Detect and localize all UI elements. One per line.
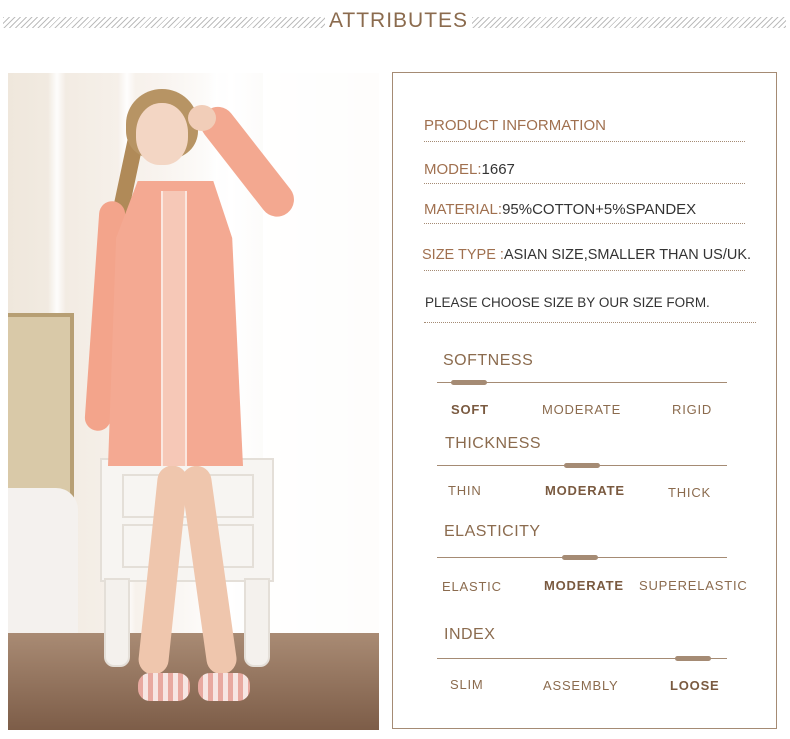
model-row: MODEL:1667 — [424, 161, 515, 178]
slipper — [138, 673, 190, 701]
thickness-option-thick: THICK — [668, 485, 711, 500]
divider — [424, 141, 745, 142]
softness-option-soft: SOFT — [451, 402, 489, 417]
window-light — [263, 73, 379, 633]
index-option-loose: LOOSE — [670, 678, 720, 693]
size-type-label: SIZE TYPE : — [422, 247, 504, 263]
elasticity-option-elastic: ELASTIC — [442, 579, 502, 594]
material-row: MATERIAL:95%COTTON+5%SPANDEX — [424, 201, 696, 218]
thickness-indicator — [564, 463, 600, 468]
model-value: 1667 — [481, 161, 515, 178]
nightstand-leg — [244, 578, 270, 667]
product-info-panel: PRODUCT INFORMATION MODEL:1667 MATERIAL:… — [392, 72, 777, 729]
divider — [424, 270, 745, 271]
header-rule-left — [3, 17, 325, 28]
softness-option-rigid: RIGID — [672, 402, 713, 417]
product-photo — [8, 73, 379, 730]
slipper — [198, 673, 250, 701]
index-title: INDEX — [444, 626, 496, 643]
divider — [424, 322, 756, 323]
softness-indicator — [451, 380, 487, 385]
nightstand-leg — [104, 578, 130, 667]
product-info-heading: PRODUCT INFORMATION — [424, 117, 606, 134]
size-note: PLEASE CHOOSE SIZE BY OUR SIZE FORM. — [425, 295, 710, 310]
model-face — [136, 103, 188, 165]
softness-option-moderate: MODERATE — [542, 402, 622, 417]
model-label: MODEL: — [424, 161, 482, 178]
softness-title: SOFTNESS — [443, 352, 534, 369]
thickness-option-moderate: MODERATE — [545, 483, 625, 498]
index-option-slim: SLIM — [450, 677, 484, 692]
divider — [424, 183, 745, 184]
elasticity-title: ELASTICITY — [444, 523, 541, 540]
thickness-title: THICKNESS — [445, 435, 542, 452]
thickness-option-thin: THIN — [448, 483, 482, 498]
index-indicator — [675, 656, 711, 661]
header-rule-right — [472, 17, 786, 28]
elasticity-option-moderate: MODERATE — [544, 578, 624, 593]
elasticity-option-superelastic: SUPERELASTIC — [639, 578, 748, 593]
material-value: 95%COTTON+5%SPANDEX — [502, 201, 697, 218]
elasticity-indicator — [562, 555, 598, 560]
size-type-value: ASIAN SIZE,SMALLER THAN US/UK. — [503, 247, 752, 263]
index-option-assembly: ASSEMBLY — [543, 678, 619, 693]
dress-placket — [161, 191, 187, 466]
material-label: MATERIAL: — [424, 201, 503, 218]
wood-floor — [8, 633, 379, 730]
size-type-row: SIZE TYPE :ASIAN SIZE,SMALLER THAN US/UK… — [422, 247, 751, 263]
page-title: ATTRIBUTES — [328, 9, 469, 32]
divider — [424, 223, 745, 224]
model-hand — [188, 105, 216, 131]
